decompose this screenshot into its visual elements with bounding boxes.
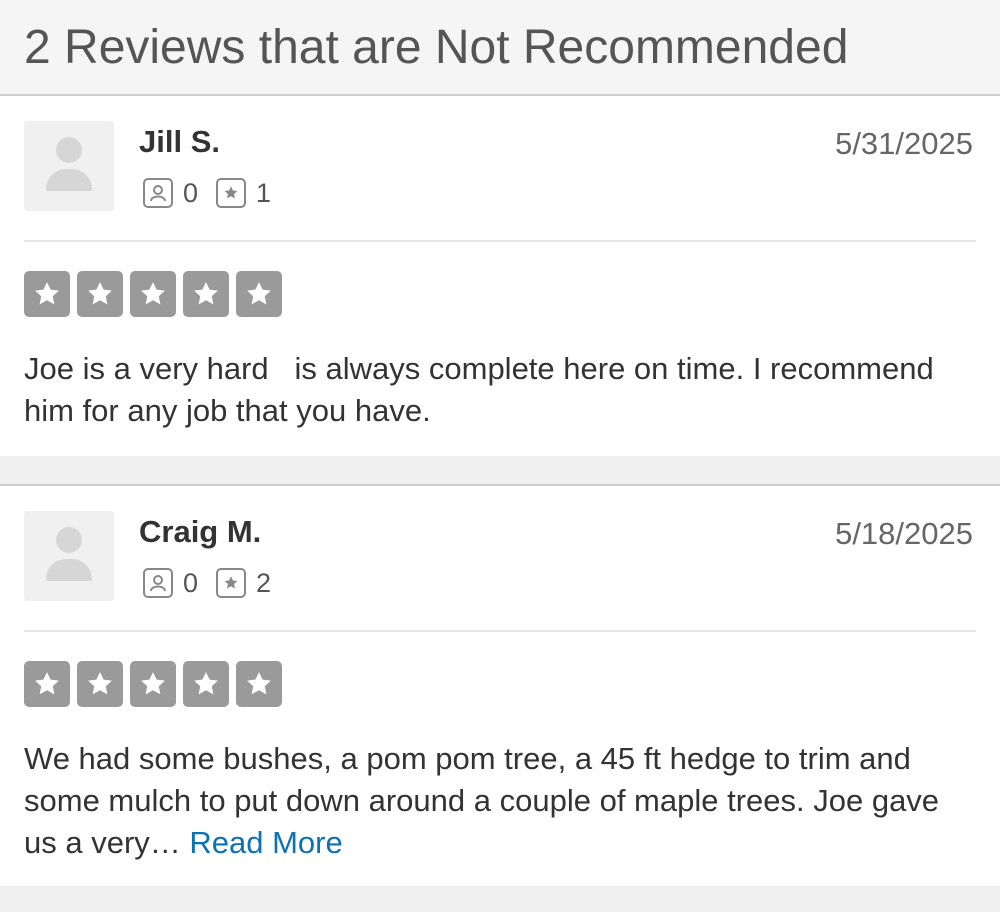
- avatar-head-shape: [56, 527, 82, 553]
- review-count: 2: [256, 568, 272, 598]
- star-icon: [77, 271, 123, 317]
- avatar-head-shape: [56, 137, 82, 163]
- friends-count: 0: [183, 568, 199, 598]
- review-body: We had some bushes, a pom pom tree, a 45…: [24, 741, 948, 860]
- divider: [24, 630, 976, 632]
- star-icon: [77, 661, 123, 707]
- page-title: 2 Reviews that are Not Recommended: [24, 21, 849, 74]
- review-date: 5/18/2025: [835, 516, 973, 551]
- user-name[interactable]: Jill S.: [139, 124, 220, 160]
- avatar[interactable]: [24, 511, 114, 601]
- star-icon: [130, 271, 176, 317]
- friends-count: 0: [183, 178, 199, 208]
- avatar-body-shape: [46, 169, 92, 191]
- divider: [24, 240, 976, 242]
- star-rating: [24, 661, 289, 707]
- review-star-icon: [216, 568, 247, 598]
- avatar-body-shape: [46, 559, 92, 581]
- review-card: Jill S. 5/31/2025 0 1 Joe is a very hard…: [0, 96, 1000, 458]
- review-count: 1: [256, 178, 272, 208]
- star-icon: [183, 271, 229, 317]
- review-card: Craig M. 5/18/2025 0 2 We had some bushe…: [0, 484, 1000, 890]
- friends-icon: [143, 568, 173, 598]
- review-body: Joe is a very hard is always complete he…: [24, 351, 943, 428]
- review-text: We had some bushes, a pom pom tree, a 45…: [24, 738, 974, 864]
- star-icon: [24, 661, 70, 707]
- review-text: Joe is a very hard is always complete he…: [24, 348, 974, 432]
- review-date: 5/31/2025: [835, 126, 973, 161]
- user-stats: 0 1: [143, 176, 289, 210]
- friends-icon: [143, 178, 173, 208]
- page-header: 2 Reviews that are Not Recommended: [0, 0, 1000, 96]
- user-stats: 0 2: [143, 566, 289, 600]
- page-footer-strip: [0, 886, 1000, 912]
- star-icon: [130, 661, 176, 707]
- star-icon: [183, 661, 229, 707]
- star-icon: [24, 271, 70, 317]
- review-star-icon: [216, 178, 247, 208]
- read-more-link[interactable]: Read More: [189, 825, 342, 860]
- star-icon: [236, 661, 282, 707]
- star-rating: [24, 271, 289, 317]
- star-icon: [236, 271, 282, 317]
- avatar[interactable]: [24, 121, 114, 211]
- user-name[interactable]: Craig M.: [139, 514, 261, 550]
- card-separator: [0, 456, 1000, 484]
